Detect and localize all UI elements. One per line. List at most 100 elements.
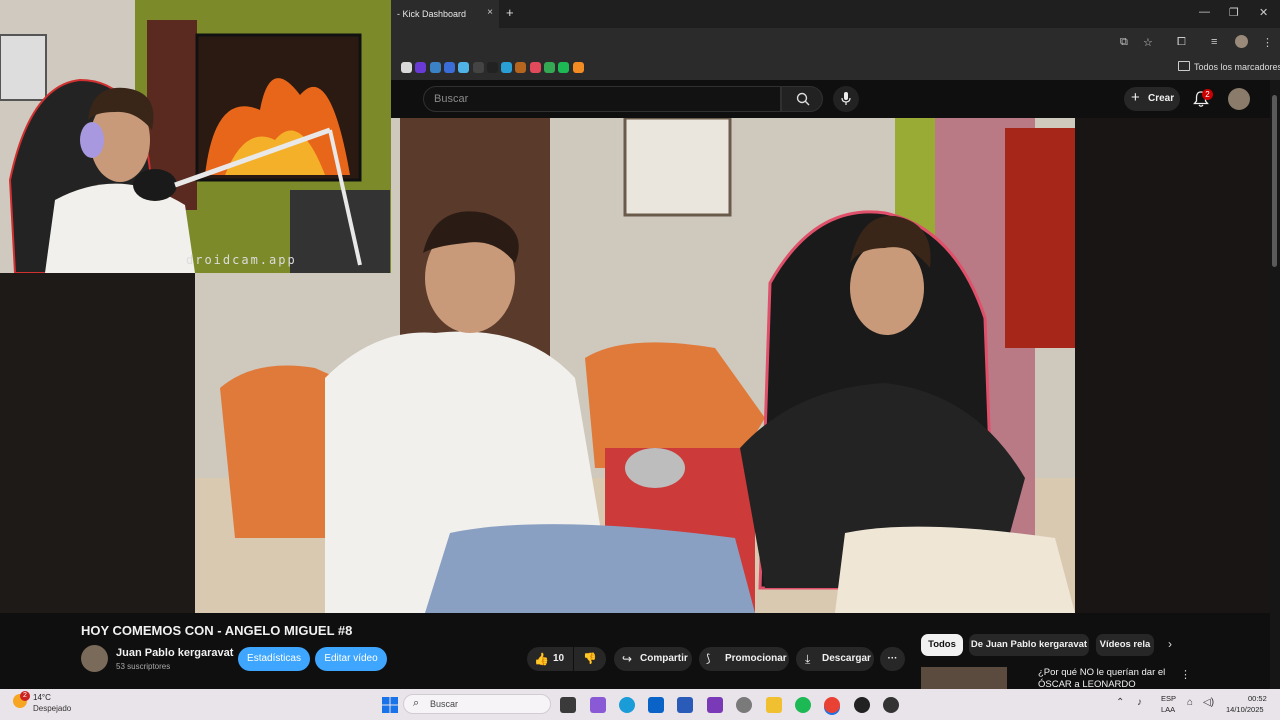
bookmark-favicon-icon[interactable] <box>558 62 570 73</box>
microphone-icon <box>841 92 851 105</box>
promote-label: Promocionar <box>725 653 787 664</box>
dislike-button[interactable]: 👎 <box>574 647 606 671</box>
thumbs-down-icon: 👎 <box>583 653 597 665</box>
volume-icon[interactable]: ◁) <box>1203 697 1214 708</box>
download-button[interactable]: ⤓ Descargar <box>796 647 874 671</box>
youtube-avatar[interactable] <box>1228 88 1250 110</box>
install-app-icon[interactable]: ⧉ <box>1120 36 1128 49</box>
task-view-icon[interactable] <box>560 697 576 713</box>
settings-gear-icon[interactable] <box>736 697 752 713</box>
taskbar-search[interactable] <box>403 694 551 714</box>
chip-all[interactable]: Todos <box>921 634 963 656</box>
video-side-panel <box>1075 118 1270 613</box>
subscriber-count: 53 suscriptores <box>116 662 171 671</box>
recommendation-thumbnail[interactable] <box>921 667 1007 689</box>
bookmark-favicon-icon[interactable] <box>401 62 412 73</box>
search-input[interactable] <box>423 86 781 112</box>
chip-channel[interactable]: De Juan Pablo kergaravat <box>969 634 1089 656</box>
promote-button[interactable]: ⟆ Promocionar <box>699 647 789 671</box>
clock-date[interactable]: 14/10/2025 <box>1226 705 1264 714</box>
more-actions-button[interactable]: ··· <box>880 647 905 671</box>
browser-tab-bar <box>391 0 1280 28</box>
browser-tab[interactable]: - Kick Dashboard × <box>391 0 499 28</box>
taskbar-search-label: Buscar <box>430 699 459 709</box>
search-button[interactable] <box>781 86 823 112</box>
new-tab-button[interactable]: + <box>506 5 514 20</box>
bookmark-favicon-icon[interactable] <box>415 62 427 73</box>
create-label: Crear <box>1148 93 1175 104</box>
network-icon[interactable]: ⌂ <box>1187 697 1193 708</box>
all-bookmarks-label: Todos los marcadores <box>1194 62 1280 72</box>
clipchamp-icon[interactable] <box>707 697 723 713</box>
tab-title: - Kick Dashboard <box>397 9 467 19</box>
like-button[interactable]: 👍 10 <box>527 647 573 671</box>
browser-menu-icon[interactable]: ⋮ <box>1262 36 1273 49</box>
share-label: Compartir <box>640 653 688 664</box>
bookmark-favicon-icon[interactable] <box>515 62 527 73</box>
scrollbar-thumb[interactable] <box>1272 95 1277 267</box>
thumbs-up-icon: 👍 <box>534 652 549 666</box>
recording-app-icon[interactable] <box>883 697 899 713</box>
close-window-icon[interactable]: ✕ <box>1259 6 1268 19</box>
edge-icon[interactable] <box>619 697 635 713</box>
edit-video-button[interactable]: Editar vídeo <box>315 647 387 671</box>
chrome-icon[interactable] <box>824 697 840 713</box>
download-icon: ⤓ <box>805 652 811 666</box>
megaphone-icon: ⟆ <box>706 653 711 665</box>
copilot-icon[interactable] <box>590 697 606 713</box>
all-bookmarks-button[interactable]: Todos los marcadores <box>1178 61 1280 72</box>
bookmark-star-icon[interactable]: ☆ <box>1143 36 1153 49</box>
minimize-icon[interactable]: — <box>1199 6 1210 18</box>
tray-mic-icon[interactable]: ♪ <box>1137 697 1142 708</box>
tray-chevron-icon[interactable]: ⌃ <box>1116 697 1124 708</box>
bookmark-favicon-icon[interactable] <box>472 62 484 73</box>
droidcam-watermark: droidcam.app <box>186 253 297 267</box>
weather-description[interactable]: Despejado <box>33 704 71 713</box>
taskbar-search-icon: ⌕ <box>413 697 420 709</box>
clock-time[interactable]: 00:52 <box>1248 694 1267 703</box>
like-count: 10 <box>553 653 565 664</box>
share-button[interactable]: ↪ Compartir <box>614 647 692 671</box>
extensions-icon[interactable]: ⧠ <box>1177 36 1186 49</box>
media-control-icon[interactable]: ≡ <box>1211 36 1217 48</box>
video-title: HOY COMEMOS CON - ANGELO MIGUEL #8 <box>81 623 353 638</box>
chevron-right-icon[interactable]: › <box>1168 637 1172 651</box>
tab-close-icon[interactable]: × <box>487 7 493 18</box>
app-icon[interactable] <box>854 697 870 713</box>
webcam-overlay: droidcam.app <box>0 0 391 273</box>
language-indicator[interactable]: ESP <box>1161 694 1176 703</box>
restore-icon[interactable]: ❐ <box>1229 6 1239 19</box>
stats-button[interactable]: Estadísticas <box>238 647 310 671</box>
create-button[interactable]: + Crear <box>1124 87 1180 111</box>
windows-taskbar <box>0 689 1280 720</box>
browser-profile-avatar[interactable] <box>1235 35 1248 48</box>
bookmark-favicon-icon[interactable] <box>429 62 441 73</box>
file-explorer-icon[interactable] <box>766 697 782 713</box>
bookmark-favicon-icon[interactable] <box>443 62 455 73</box>
bookmark-favicon-icon[interactable] <box>458 62 470 73</box>
share-icon: ↪ <box>622 652 633 666</box>
bookmark-favicon-icon[interactable] <box>544 62 555 73</box>
recommendation-menu-icon[interactable]: ⋮ <box>1180 668 1191 681</box>
download-label: Descargar <box>822 653 871 664</box>
search-placeholder: Buscar <box>434 93 469 105</box>
chip-related[interactable]: Vídeos rela <box>1096 634 1154 656</box>
folder-icon <box>1178 61 1190 71</box>
temperature[interactable]: 14°C <box>33 693 51 702</box>
store-icon[interactable] <box>677 697 693 713</box>
bookmark-favicon-icon[interactable] <box>486 62 498 73</box>
notification-badge: 2 <box>1202 89 1213 100</box>
windows-start-icon[interactable] <box>382 697 398 713</box>
channel-avatar[interactable] <box>81 645 108 672</box>
voice-search-button[interactable] <box>833 86 859 112</box>
bookmark-favicon-icon[interactable] <box>529 62 541 73</box>
recommendation-title[interactable]: ¿Por qué NO le querían dar el ÓSCAR a LE… <box>1038 667 1168 691</box>
bookmark-favicon-icon[interactable] <box>572 62 584 73</box>
search-icon <box>796 92 810 106</box>
webcam-scene <box>0 0 391 273</box>
channel-name[interactable]: Juan Pablo kergaravat <box>116 647 233 659</box>
bookmark-favicon-icon[interactable] <box>501 62 513 73</box>
outlook-icon[interactable] <box>648 697 664 713</box>
keyboard-layout[interactable]: LAA <box>1161 705 1175 714</box>
spotify-icon[interactable] <box>795 697 811 713</box>
